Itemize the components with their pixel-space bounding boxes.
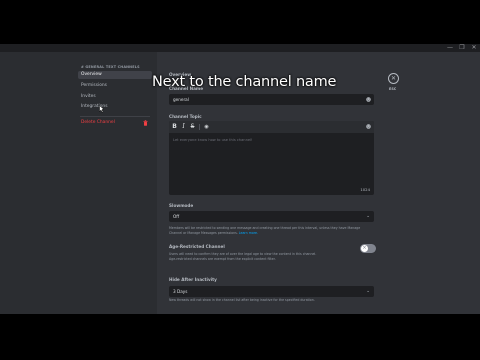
- chevron-down-icon: ⌄: [366, 214, 370, 219]
- sidebar-item-permissions[interactable]: Permissions: [78, 82, 152, 90]
- topic-toolbar: B I S ◉: [169, 121, 374, 133]
- slowmode-value: Off: [173, 214, 180, 219]
- age-help-line2: Age-restricted channels are exempt from …: [169, 256, 276, 261]
- hide-after-inactivity-value: 3 Days: [173, 289, 188, 294]
- topic-help-text: Members will be restricted to sending on…: [169, 226, 360, 235]
- close-window-button[interactable]: ✕: [470, 44, 478, 52]
- trash-icon: [143, 120, 148, 126]
- age-restricted-help: Users will need to confirm they are of o…: [169, 252, 316, 261]
- strikethrough-button[interactable]: S: [189, 123, 196, 131]
- esc-label: ESC: [389, 87, 397, 91]
- channel-name-value: general: [173, 97, 189, 102]
- sidebar-header: # GENERAL TEXT CHANNELS: [81, 65, 140, 69]
- spoiler-button[interactable]: ◉: [203, 123, 210, 131]
- minimize-button[interactable]: —: [446, 44, 454, 52]
- hide-after-inactivity-label: Hide After Inactivity: [169, 277, 217, 282]
- age-restricted-toggle[interactable]: ×: [360, 244, 376, 253]
- delete-channel-button[interactable]: Delete Channel: [78, 119, 152, 127]
- sidebar-item-invites[interactable]: Invites: [78, 93, 152, 101]
- emoji-icon[interactable]: [366, 97, 371, 102]
- slowmode-label: Slowmode: [169, 203, 194, 208]
- channel-topic-label: Channel Topic: [169, 114, 202, 119]
- toggle-off-icon: ×: [361, 245, 368, 252]
- sidebar-item-integrations[interactable]: Integrations: [78, 103, 152, 111]
- slowmode-select[interactable]: Off ⌄: [169, 211, 374, 222]
- toolbar-divider: [199, 124, 200, 130]
- sidebar-divider: [80, 116, 150, 117]
- close-settings-button[interactable]: ✕: [388, 73, 399, 84]
- topic-placeholder: Let everyone know how to use this channe…: [173, 138, 253, 142]
- video-caption: Next to the channel name: [152, 74, 337, 90]
- age-help-line1: Users will need to confirm they are of o…: [169, 252, 317, 256]
- mouse-cursor-icon: [99, 105, 105, 113]
- age-restricted-label: Age-Restricted Channel: [169, 244, 225, 249]
- hide-after-inactivity-select[interactable]: 3 Days ⌄: [169, 286, 374, 297]
- learn-more-link[interactable]: Learn more.: [239, 231, 258, 235]
- settings-sidebar: [0, 52, 157, 314]
- close-icon: ✕: [390, 75, 397, 82]
- maximize-button[interactable]: ❐: [458, 44, 466, 52]
- chevron-down-icon: ⌄: [366, 289, 370, 294]
- channel-name-input[interactable]: general: [169, 94, 374, 105]
- window-titlebar: — ❐ ✕: [0, 44, 480, 52]
- hide-after-inactivity-help: New threads will not show in the channel…: [169, 298, 315, 302]
- bold-button[interactable]: B: [171, 123, 178, 131]
- topic-char-counter: 1024: [360, 187, 370, 192]
- topic-help-line2: Channel or Manage Messages permissions.: [169, 230, 238, 235]
- channel-topic-editor[interactable]: B I S ◉ Let everyone know how to use thi…: [169, 121, 374, 195]
- topic-emoji-icon[interactable]: [366, 124, 371, 129]
- italic-button[interactable]: I: [180, 123, 187, 131]
- sidebar-item-overview[interactable]: Overview: [78, 71, 152, 79]
